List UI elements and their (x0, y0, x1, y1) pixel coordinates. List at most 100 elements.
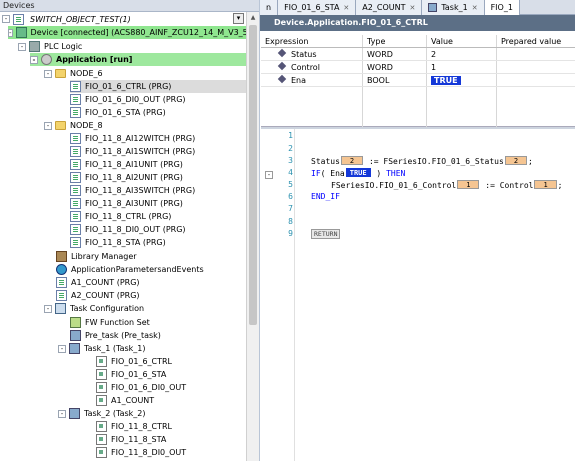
tree-item-program[interactable]: FIO_11_8_STA (PRG) (70, 236, 166, 249)
return-marker[interactable]: RETURN (311, 229, 341, 239)
program-icon (70, 159, 81, 170)
tree-item-call[interactable]: FIO_11_8_CTRL (96, 420, 172, 433)
tree-item-label: FIO_01_6_CTRL (PRG) (85, 82, 172, 91)
fold-icon[interactable]: - (265, 171, 273, 179)
collapse-icon[interactable]: - (58, 344, 66, 353)
monitor-value[interactable]: 1 (534, 180, 557, 189)
tree-item-pre-task[interactable]: Pre_task (Pre_task) (70, 329, 161, 342)
tree-item-program[interactable]: FIO_11_8_AI2UNIT (PRG) (70, 171, 183, 184)
tree-item-label: Application [run] (56, 55, 133, 64)
devices-panel: Devices - SWITCH_OBJECT_TEST(1) ▾ - Devi… (0, 0, 260, 461)
tree-scrollbar[interactable]: ▲ (246, 12, 259, 461)
tree-item-call[interactable]: FIO_01_6_CTRL (96, 355, 172, 368)
project-root[interactable]: - SWITCH_OBJECT_TEST(1) ▾ (0, 12, 246, 26)
tree-item-label: FIO_11_8_AI1UNIT (PRG) (85, 160, 183, 169)
collapse-icon[interactable]: - (30, 55, 38, 64)
tree-item-fio-01-6-ctrl[interactable]: FIO_01_6_CTRL (PRG) (70, 80, 246, 93)
tree-item-fw-function-set[interactable]: FW Function Set (70, 316, 150, 329)
tab-fio-01-6-sta[interactable]: FIO_01_6_STA ✕ (278, 0, 357, 15)
line-number: 6 (288, 192, 293, 201)
tree-item-application[interactable]: - Application [run] (30, 53, 246, 66)
tree-item-label: Task Configuration (70, 304, 145, 313)
prepared-value-cell[interactable] (497, 74, 575, 86)
collapse-icon[interactable]: - (18, 42, 26, 51)
tree-item-parameters[interactable]: ApplicationParametersandEvents (56, 263, 204, 276)
tree-item-label: Task_1 (Task_1) (84, 344, 146, 353)
column-header-expression[interactable]: Expression (261, 35, 363, 47)
monitor-value[interactable]: 1 (457, 180, 480, 189)
tree-item-call[interactable]: FIO_01_6_DI0_OUT (96, 381, 186, 394)
code-editor[interactable]: 1 2 3 4 5 6 7 8 9 - Status 2 := FSeriesIO… (261, 129, 575, 461)
tree-item-call[interactable]: FIO_01_6_STA (96, 368, 166, 381)
monitor-value[interactable]: 2 (504, 156, 528, 165)
keyword: END_IF (311, 192, 340, 201)
tree-item-call[interactable]: FIO_11_8_STA (96, 433, 166, 446)
tree-item-program[interactable]: FIO_11_8_AI3UNIT (PRG) (70, 197, 183, 210)
program-call-icon (96, 382, 107, 393)
code-token: ; (557, 181, 563, 190)
tree-item-task1[interactable]: - Task_1 (Task_1) (58, 342, 146, 355)
scroll-up-icon[interactable]: ▲ (247, 12, 259, 24)
tree-item-label: Library Manager (71, 252, 137, 261)
monitor-value[interactable]: 2 (340, 156, 364, 165)
device-icon (15, 27, 27, 38)
prepared-value-cell[interactable] (497, 48, 575, 60)
program-icon (70, 185, 81, 196)
collapse-icon[interactable]: - (44, 121, 52, 130)
editor-title: Device.Application.FIO_01_6_CTRL (260, 15, 575, 31)
tab-task1[interactable]: Task_1 ✕ (422, 0, 485, 15)
tab-a2-count[interactable]: A2_COUNT ✕ (356, 0, 423, 15)
collapse-icon[interactable]: - (44, 69, 52, 78)
watch-row[interactable]: Status WORD 2 (261, 48, 575, 61)
tree-item-program[interactable]: FIO_11_8_DI0_OUT (PRG) (70, 223, 186, 236)
tree-item-node6[interactable]: - NODE_6 (44, 67, 103, 80)
tree-item-fio-01-6-di0-out[interactable]: FIO_01_6_DI0_OUT (PRG) (70, 93, 186, 106)
tree-item-task2[interactable]: - Task_2 (Task_2) (58, 407, 146, 420)
column-header-type[interactable]: Type (363, 35, 427, 47)
type-cell: WORD (363, 48, 427, 60)
tab-label: Task_1 (441, 2, 468, 12)
code-token: := FSeriesIO.FIO_01_6_Status (368, 157, 504, 166)
tree-item-program[interactable]: FIO_11_8_AI12WITCH (PRG) (70, 132, 195, 145)
dropdown-button[interactable]: ▾ (233, 13, 244, 24)
tree-item-device[interactable]: - Device [connected] (ACS880_AINF_ZCU12_… (8, 26, 246, 39)
watch-row[interactable]: Control WORD 1 (261, 61, 575, 74)
column-header-value[interactable]: Value (427, 35, 497, 47)
watch-header-row: Expression Type Value Prepared value (261, 35, 575, 48)
prepared-value-cell[interactable] (497, 61, 575, 73)
tree-item-program[interactable]: FIO_11_8_AI3SWITCH (PRG) (70, 184, 195, 197)
tree-item-a1-count[interactable]: A1_COUNT (PRG) (56, 276, 140, 289)
tab-partial[interactable]: n (260, 0, 279, 15)
collapse-icon[interactable]: - (44, 304, 52, 313)
collapse-icon[interactable]: - (58, 409, 66, 418)
tree-item-node8[interactable]: - NODE_8 (44, 119, 103, 132)
watch-row[interactable]: Ena BOOL TRUE (261, 74, 575, 87)
function-set-icon (70, 317, 81, 328)
tree-item-task-config[interactable]: - Task Configuration (44, 302, 144, 315)
tree-item-plc-logic[interactable]: - PLC Logic (18, 40, 82, 53)
close-icon[interactable]: ✕ (409, 1, 415, 15)
collapse-icon[interactable]: - (2, 15, 10, 23)
tree-item-label: A1_COUNT (PRG) (71, 278, 140, 287)
tree-item-call[interactable]: FIO_11_8_DI0_OUT (96, 446, 186, 459)
line-number: 3 (288, 156, 293, 165)
monitor-value[interactable]: TRUE (345, 168, 371, 177)
tree-item-label: Device [connected] (ACS880_AINF_ZCU12_14… (30, 28, 246, 37)
tree-item-fio-01-6-sta[interactable]: FIO_01_6_STA (PRG) (70, 106, 166, 119)
tree-item-program[interactable]: FIO_11_8_AI1SWITCH (PRG) (70, 145, 195, 158)
tab-fio-1[interactable]: FIO_1 (484, 0, 520, 15)
tree-item-program[interactable]: FIO_11_8_AI1UNIT (PRG) (70, 158, 183, 171)
close-icon[interactable]: ✕ (472, 1, 478, 15)
column-header-prepared-value[interactable]: Prepared value (497, 35, 575, 47)
tree-item-label: PLC Logic (44, 42, 83, 51)
program-icon (70, 172, 81, 183)
tree-item-label: FIO_01_6_CTRL (111, 357, 173, 366)
collapse-icon[interactable]: - (8, 28, 13, 37)
close-icon[interactable]: ✕ (343, 1, 349, 15)
tree-item-call[interactable]: A1_COUNT (96, 394, 154, 407)
tree-item-program[interactable]: FIO_11_8_CTRL (PRG) (70, 210, 171, 223)
scrollbar-thumb[interactable] (249, 25, 257, 325)
tree-item-a2-count[interactable]: A2_COUNT (PRG) (56, 289, 140, 302)
globe-icon (56, 264, 67, 275)
tree-item-library-manager[interactable]: Library Manager (56, 250, 137, 263)
